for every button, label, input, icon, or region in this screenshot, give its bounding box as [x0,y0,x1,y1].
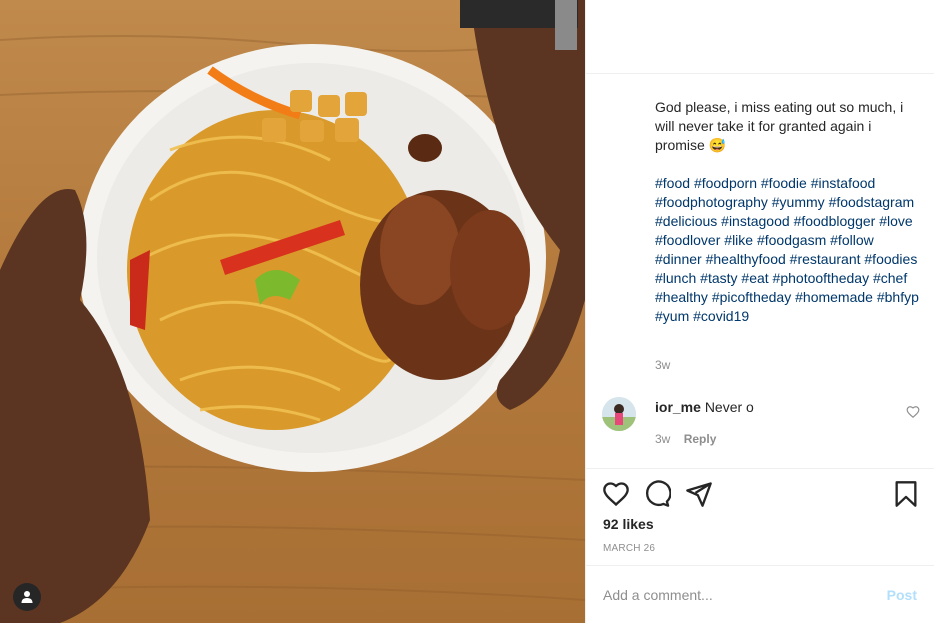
caption-hashtags: #food #foodporn #foodie #instafood #food… [655,174,920,326]
post-caption: God please, i miss eating out so much, i… [655,98,920,326]
caption-timestamp[interactable]: 3w [655,358,670,372]
hashtag-link[interactable]: #foodporn [694,175,757,191]
comment-timestamp[interactable]: 3w [655,432,670,446]
like-button[interactable] [602,480,630,508]
hashtag-link[interactable]: #dinner [655,251,702,267]
hashtag-link[interactable]: #covid19 [693,308,749,324]
hashtag-link[interactable]: #foodstagram [829,194,915,210]
hashtag-link[interactable]: #love [879,213,912,229]
hashtag-link[interactable]: #like [724,232,753,248]
hashtag-link[interactable]: #instafood [811,175,876,191]
share-button[interactable] [685,480,713,508]
hashtag-link[interactable]: #delicious [655,213,717,229]
like-count[interactable]: 92 likes [603,516,654,532]
comment-meta: 3w Reply [655,432,716,446]
comment-avatar[interactable] [602,397,636,431]
post-actions [602,480,920,508]
hashtag-link[interactable]: #picoftheday [712,289,791,305]
tagged-users-button[interactable] [13,583,41,611]
divider [586,468,934,469]
comment-item: ior_me Never o 3w Reply [602,395,922,455]
hashtag-link[interactable]: #tasty [700,270,737,286]
caption-text: God please, i miss eating out so much, i… [655,99,908,153]
hashtag-link[interactable]: #foodies [864,251,917,267]
hashtag-link[interactable]: #photooftheday [773,270,870,286]
hashtag-link[interactable]: #foodphotography [655,194,768,210]
reply-button[interactable]: Reply [684,432,717,446]
user-icon [21,591,33,603]
comment-button[interactable] [643,480,671,508]
hashtag-link[interactable]: #lunch [655,270,696,286]
post-header [586,0,934,74]
hashtag-link[interactable]: #bhfyp [877,289,919,305]
hashtag-link[interactable]: #follow [830,232,874,248]
hashtag-link[interactable]: #instagood [721,213,790,229]
hashtag-link[interactable]: #restaurant [790,251,861,267]
post-details-pane: God please, i miss eating out so much, i… [585,0,934,623]
hashtag-link[interactable]: #food [655,175,690,191]
food-image [0,0,585,623]
divider [586,565,934,566]
hashtag-link[interactable]: #foodlover [655,232,720,248]
hashtag-link[interactable]: #homemade [795,289,873,305]
post-photo[interactable] [0,0,585,623]
hashtag-link[interactable]: #yummy [772,194,825,210]
hashtag-link[interactable]: #foodie [761,175,807,191]
hashtag-link[interactable]: #foodblogger [794,213,876,229]
hashtag-link[interactable]: #foodgasm [757,232,826,248]
save-button[interactable] [892,480,920,508]
post-date: MARCH 26 [603,543,656,554]
heart-icon[interactable] [906,405,920,419]
comment-username[interactable]: ior_me [655,399,701,415]
comment-text: Never o [704,399,754,415]
hashtag-link[interactable]: #healthyfood [706,251,786,267]
hashtag-link[interactable]: #eat [741,270,768,286]
comment-body: ior_me Never o [655,399,754,415]
comment-input[interactable]: Add a comment... [603,587,713,603]
hashtag-link[interactable]: #yum [655,308,689,324]
post-comment-button[interactable]: Post [887,587,917,603]
hashtag-link[interactable]: #healthy [655,289,708,305]
hashtag-link[interactable]: #chef [873,270,907,286]
